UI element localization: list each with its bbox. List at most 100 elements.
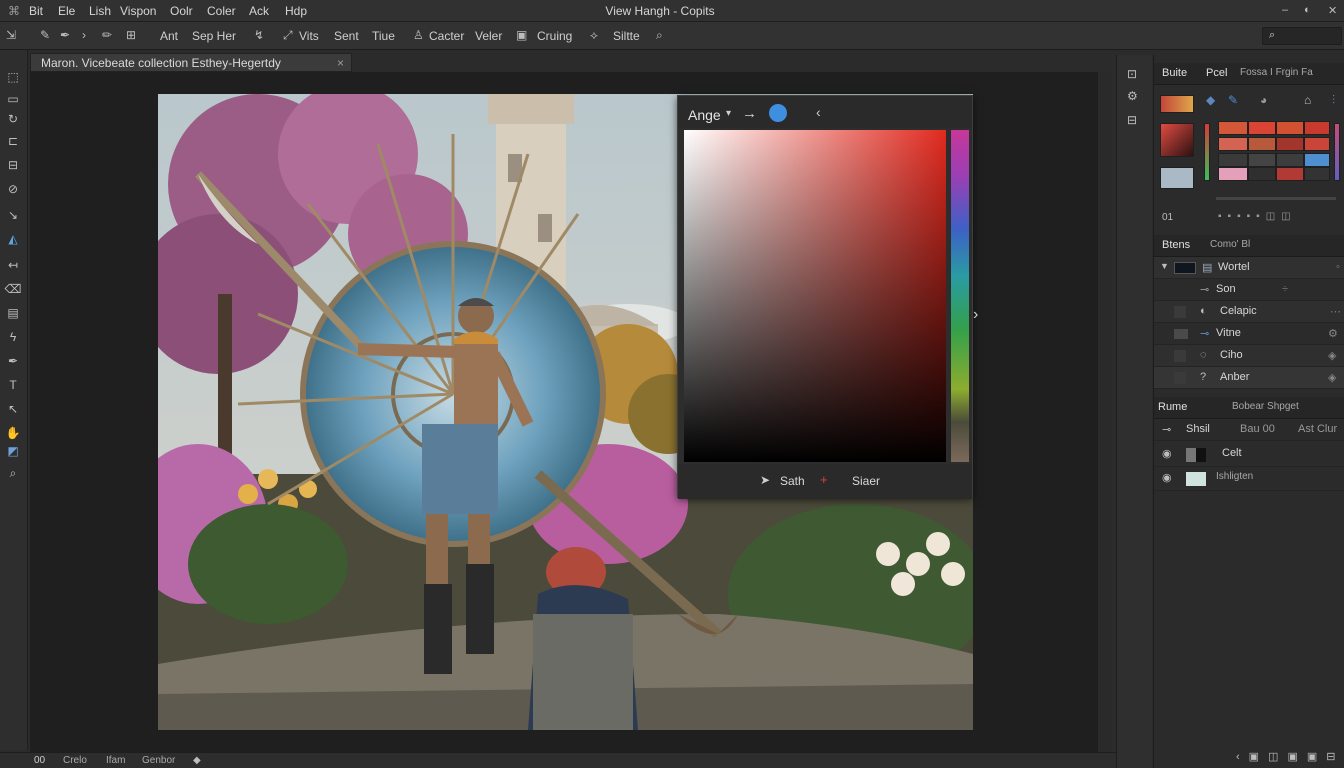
property-row[interactable]: ◉ Ishligten <box>1154 467 1344 491</box>
text-tool-icon[interactable]: Τ <box>2 376 24 394</box>
pencil-icon[interactable]: ✏ <box>102 28 112 42</box>
pin-icon[interactable]: ➤ <box>760 473 770 487</box>
add-icon[interactable]: + <box>820 472 828 487</box>
swatch[interactable] <box>1218 121 1248 135</box>
saturation-value-field[interactable] <box>684 130 946 462</box>
path-tool-icon[interactable]: ↖ <box>2 400 24 418</box>
image-icon[interactable]: ▣ <box>516 28 527 42</box>
swatch[interactable] <box>1276 167 1304 181</box>
option-cruing[interactable]: Cruing <box>537 29 572 43</box>
panel-footer-icons[interactable]: ‹▣◫▣▣⊟ <box>1236 750 1344 763</box>
swatch[interactable] <box>1248 153 1276 167</box>
blur-tool-icon[interactable]: ϟ <box>2 328 24 346</box>
eye-icon[interactable]: ◦ <box>1336 261 1340 273</box>
crop-tool-icon[interactable]: ⊏ <box>2 132 24 150</box>
collapse-icon[interactable]: ▼ <box>1160 261 1169 271</box>
chevron-down-icon[interactable]: ▾ <box>726 108 731 119</box>
adjust-icon[interactable]: ⚙ <box>1127 89 1138 103</box>
zoom-icon[interactable]: ⌕ <box>656 28 663 43</box>
swatch[interactable] <box>1248 121 1276 135</box>
options-icon[interactable]: ⋯ <box>1330 305 1341 318</box>
visibility-icon[interactable]: ◈ <box>1328 349 1336 362</box>
document-tab[interactable]: Maron. Vicebeate collection Esthey-Heger… <box>30 53 352 72</box>
brush-icon[interactable]: ✎ <box>40 28 50 42</box>
arrow-icon[interactable]: › <box>82 28 86 42</box>
properties-icon[interactable]: ⊟ <box>1127 113 1137 127</box>
lock-icon[interactable]: ⌂ <box>1304 93 1311 107</box>
option-siltte[interactable]: Siltte <box>613 29 640 43</box>
search-input[interactable]: ⌕ <box>1262 27 1342 45</box>
minimize-button[interactable]: – <box>1282 4 1288 16</box>
link-icon[interactable]: ↯ <box>254 28 264 42</box>
eye-icon[interactable]: ◉ <box>1162 471 1172 484</box>
brush-tool-icon[interactable]: ◭ <box>2 230 24 248</box>
menu-item[interactable]: Coler <box>207 4 236 18</box>
primary-color-swatch[interactable] <box>1160 123 1194 157</box>
tool-preset-icon[interactable]: ⇲ <box>6 28 16 42</box>
option-ant[interactable]: Ant <box>160 29 178 43</box>
preset-icon[interactable]: ◆ <box>1206 93 1215 107</box>
heal-tool-icon[interactable]: ↘ <box>2 206 24 224</box>
swatch[interactable] <box>1218 153 1248 167</box>
sliders-icon[interactable]: ⫶ <box>1332 93 1335 108</box>
swatch[interactable] <box>1276 137 1304 151</box>
brush-preset-icon[interactable]: ✎ <box>1228 93 1238 107</box>
gradient-swatch[interactable] <box>1160 95 1194 113</box>
pen-icon[interactable]: ✒ <box>60 28 70 42</box>
hue-slider[interactable] <box>951 130 969 462</box>
subtab-shsil[interactable]: Shsil <box>1186 423 1210 435</box>
tab-buite[interactable]: Buite <box>1162 67 1187 79</box>
clock-icon[interactable]: ◕ <box>1260 93 1267 107</box>
frame-tool-icon[interactable]: ⊟ <box>2 156 24 174</box>
swatch[interactable] <box>1218 137 1248 151</box>
vertical-scrollbar[interactable] <box>1100 72 1112 752</box>
grid-icon[interactable]: ⊞ <box>126 28 136 42</box>
expand-panel-icon[interactable]: › <box>973 306 978 324</box>
settings-icon[interactable]: ⚙ <box>1328 327 1338 340</box>
secondary-color-swatch[interactable] <box>1160 167 1194 189</box>
swatch[interactable] <box>1276 121 1304 135</box>
zoom-tool-icon[interactable]: ⌕ <box>2 464 24 482</box>
transform-icon[interactable]: ⤢ <box>283 28 293 43</box>
lasso-tool-icon[interactable]: ↻ <box>2 110 24 128</box>
menu-item[interactable]: Hdp <box>285 4 307 18</box>
option-sent[interactable]: Sent <box>334 29 359 43</box>
eyedropper-tool-icon[interactable]: ⊘ <box>2 180 24 198</box>
layer-row[interactable]: ⊸ Vitne ⚙ <box>1154 323 1344 345</box>
property-row[interactable]: ◉ Celt <box>1154 443 1344 467</box>
visibility-icon[interactable]: ◈ <box>1328 371 1336 384</box>
swatch[interactable] <box>1276 153 1304 167</box>
fx-icon[interactable]: ÷ <box>1282 283 1288 295</box>
swatch-footer-icons[interactable]: ▪▪▪▪▪◫◫ <box>1218 211 1297 222</box>
history-icon[interactable]: ⊡ <box>1127 67 1137 81</box>
layer-row[interactable]: ◐ Celapic ⋯ <box>1154 301 1344 323</box>
layer-row[interactable]: ◌ Ciho ◈ <box>1154 345 1344 367</box>
swatch[interactable] <box>1304 167 1330 181</box>
layer-row[interactable]: ▼ ▤ Wortel ◦ <box>1154 257 1344 279</box>
swatch[interactable] <box>1248 137 1276 151</box>
menu-item[interactable]: Lish <box>89 4 111 18</box>
person-icon[interactable]: ♙ <box>413 28 424 42</box>
link-icon[interactable]: ⊸ <box>1162 423 1171 436</box>
arrow-right-icon[interactable]: → <box>742 105 757 122</box>
color-wheel-icon[interactable] <box>769 104 787 122</box>
option-tiue[interactable]: Tiue <box>372 29 395 43</box>
move-tool-icon[interactable]: ⬚ <box>2 68 24 86</box>
option-vits[interactable]: Vits <box>299 29 319 43</box>
tab-pcel[interactable]: Pcel <box>1206 67 1227 79</box>
tab-btens[interactable]: Btens <box>1162 239 1190 251</box>
marquee-tool-icon[interactable]: ▭ <box>2 90 24 108</box>
option-sep-her[interactable]: Sep Her <box>192 29 236 43</box>
layer-row[interactable]: ⊸ Son ÷ <box>1154 279 1344 301</box>
color-strip[interactable] <box>1204 123 1210 181</box>
app-icon[interactable]: ⌘ <box>8 4 20 18</box>
gradient-tool-icon[interactable]: ▤ <box>2 304 24 322</box>
menu-item[interactable]: Ele <box>58 4 75 18</box>
status-dot-icon[interactable]: ◆ <box>193 755 201 766</box>
subtab-bau[interactable]: Bau 00 <box>1240 423 1275 435</box>
maximize-button[interactable]: ◐ <box>1304 4 1311 16</box>
tab-fossa[interactable]: Fossa I Frgin Fa <box>1240 67 1313 78</box>
close-button[interactable]: ✕ <box>1328 4 1337 17</box>
swatch[interactable] <box>1304 137 1330 151</box>
hand-tool-icon[interactable]: ✋ <box>2 424 24 442</box>
